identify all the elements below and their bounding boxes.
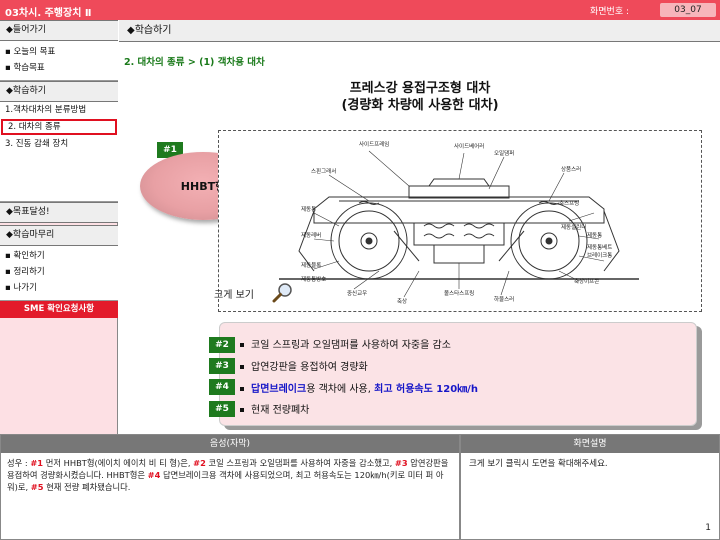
bullet-scrapped: 현재 전량폐차 — [240, 401, 309, 416]
bullet-text-3b: 용 객차에 사용, — [306, 384, 375, 395]
sidebar-item-summary[interactable]: ▪ 정리하기 — [0, 264, 118, 280]
sidebar-wrap-panel: ▪ 확인하기 ▪ 정리하기 ▪ 나가기 — [0, 246, 118, 301]
narration-text: 성우 : #1 먼저 HHBT형(에이치 에이치 비 티 형)은, #2 코일 … — [1, 453, 459, 497]
diagram-label-brake-lever: 제동레버 — [301, 231, 321, 239]
narration-tag: #3 — [394, 458, 408, 468]
bullet-coil-spring: 코일 스프링과 오일댐퍼를 사용하여 자중을 감소 — [240, 336, 451, 351]
diagram-label-brake-block: 제동블록 — [301, 261, 321, 269]
sme-request-button[interactable]: SME 확인요청사항 — [0, 301, 118, 318]
narration-part: 코일 스프링과 오일댐퍼를 사용하여 자중을 감소했고, — [205, 458, 395, 468]
page-title-line1: 프레스강 용접구조형 대차 — [349, 81, 491, 96]
course-title: 03차시. 주행장치 Ⅱ — [5, 8, 92, 19]
sidebar-item-learning-goal[interactable]: ▪ 학습목표 — [0, 60, 118, 76]
diagram-label-axle-spring: 축스프링 — [559, 199, 579, 207]
narration-tag: #1 — [30, 458, 44, 468]
sidebar-learn-header[interactable]: ◆학습하기 — [0, 81, 118, 102]
screen-number: 03_07 — [660, 3, 716, 17]
diagram-label-brake-cylinder-3: 제동통 — [587, 231, 602, 239]
narration-panel: 음성(자막) 성우 : #1 먼저 HHBT형(에이치 에이치 비 티 형)은,… — [0, 434, 460, 540]
tag-3: #3 — [209, 358, 235, 374]
bullet-text-1: 코일 스프링과 오일댐퍼를 사용하여 자중을 감소 — [251, 340, 451, 351]
zoom-link[interactable]: 크게 보기 — [214, 286, 254, 301]
narration-part: 성우 : — [7, 458, 31, 468]
sidebar-item-bogie-types[interactable]: 2. 대차의 종류 — [1, 119, 117, 135]
diagram-label-brake-cylinder-1: 제동통 — [301, 205, 316, 213]
narration-part: 먼저 HHBT형(에이치 에이치 비 티 형)은, — [43, 458, 194, 468]
breadcrumb: 2. 대차의 종류 > (1) 객차용 대차 — [124, 57, 265, 68]
narration-header: 음성(자막) — [1, 435, 459, 453]
diagram-label-center-pivot: 중신교우 — [347, 289, 367, 297]
page-title-line2: (경량화 차량에 사용한 대차) — [341, 98, 499, 113]
page-number: 1 — [705, 523, 711, 533]
top-bar: 03차시. 주행장치 Ⅱ 화면번호 : 03_07 — [0, 0, 720, 20]
diagram-label-brake-guard: 제동통방호 — [301, 275, 326, 283]
screen-description-header: 화면설명 — [461, 435, 719, 453]
diagram-label-brake-housing: 브레이크통 — [587, 251, 612, 259]
diagram-label-side-bearer: 사이드베어러 — [454, 142, 484, 150]
bullet-text-3a: 답면브레이크 — [251, 384, 307, 395]
narration-tag: #2 — [193, 458, 206, 468]
tag-5: #5 — [209, 401, 235, 417]
sidebar-item-classification[interactable]: 1.객차대차의 분류방법 — [0, 102, 118, 118]
bullet-text-4: 현재 전량폐차 — [251, 405, 310, 416]
tag-4: #4 — [209, 379, 235, 395]
sidebar-goal-header[interactable]: ◆목표달성! — [0, 202, 118, 223]
page-title: 프레스강 용접구조형 대차 (경량화 차량에 사용한 대차) — [230, 80, 610, 114]
sidebar-intro-header[interactable]: ◆들어가기 — [0, 20, 118, 41]
magnifier-icon[interactable] — [272, 282, 294, 304]
diagram-label-brake-belt: 제동통베트 — [587, 243, 612, 251]
tag-2: #2 — [209, 337, 235, 353]
bullet-text-3c: 최고 허용속도 120㎞/h — [374, 384, 478, 395]
sidebar-item-check[interactable]: ▪ 확인하기 — [0, 248, 118, 264]
diagram-label-side-frame: 사이드프레임 — [359, 140, 389, 148]
sidebar: ◆들어가기 ▪ 오늘의 목표 ▪ 학습목표 ◆학습하기 1.객차대차의 분류방법… — [0, 20, 118, 434]
screen-description-text: 크게 보기 클릭시 도면을 확대해주세요. — [469, 459, 608, 469]
sidebar-item-today-goal[interactable]: ▪ 오늘의 목표 — [0, 44, 118, 60]
diagram-label-bolster-spring: 볼스타스프링 — [444, 289, 474, 297]
diagram-label-upper-sliding: 상품스러 — [561, 165, 581, 173]
section-header: ◆학습하기 — [119, 20, 720, 42]
sidebar-learn-panel: 1.객차대차의 분류방법 2. 대차의 종류 3. 진동 감쇄 장치 — [0, 102, 118, 202]
screen-number-label: 화면번호 : — [590, 7, 630, 17]
narration-tag: #4 — [147, 470, 161, 480]
narration-part: 현재 전량 폐차됐습니다. — [43, 482, 131, 492]
sidebar-item-exit[interactable]: ▪ 나가기 — [0, 280, 118, 296]
sidebar-item-damping[interactable]: 3. 진동 감쇄 장치 — [0, 136, 118, 152]
bullet-text-2: 압연강판을 용접하여 경량화 — [251, 362, 368, 373]
diagram-label-axle-box-cone: 축상이프콘 — [574, 277, 599, 285]
sidebar-wrap-header[interactable]: ◆학습마무리 — [0, 225, 118, 246]
bullet-rolled-steel: 압연강판을 용접하여 경량화 — [240, 358, 368, 373]
diagram-label-axle-box: 축상 — [397, 297, 407, 305]
screen-description-panel: 화면설명 크게 보기 클릭시 도면을 확대해주세요. 1 — [460, 434, 720, 540]
narration-tag: #5 — [30, 482, 44, 492]
diagram-label-swing-hanger: 스핀그래서 — [311, 167, 336, 175]
diagram-label-oil-damper: 오일댐퍼 — [494, 149, 514, 157]
bullet-tread-brake: 답면브레이크용 객차에 사용, 최고 허용속도 120㎞/h — [240, 380, 478, 395]
sidebar-intro-panel: ▪ 오늘의 목표 ▪ 학습목표 — [0, 41, 118, 81]
diagram-label-lower-sliding: 하물스러 — [494, 295, 514, 303]
diagram-label-brake-cylinder-2: 제동실린더 — [561, 223, 586, 231]
